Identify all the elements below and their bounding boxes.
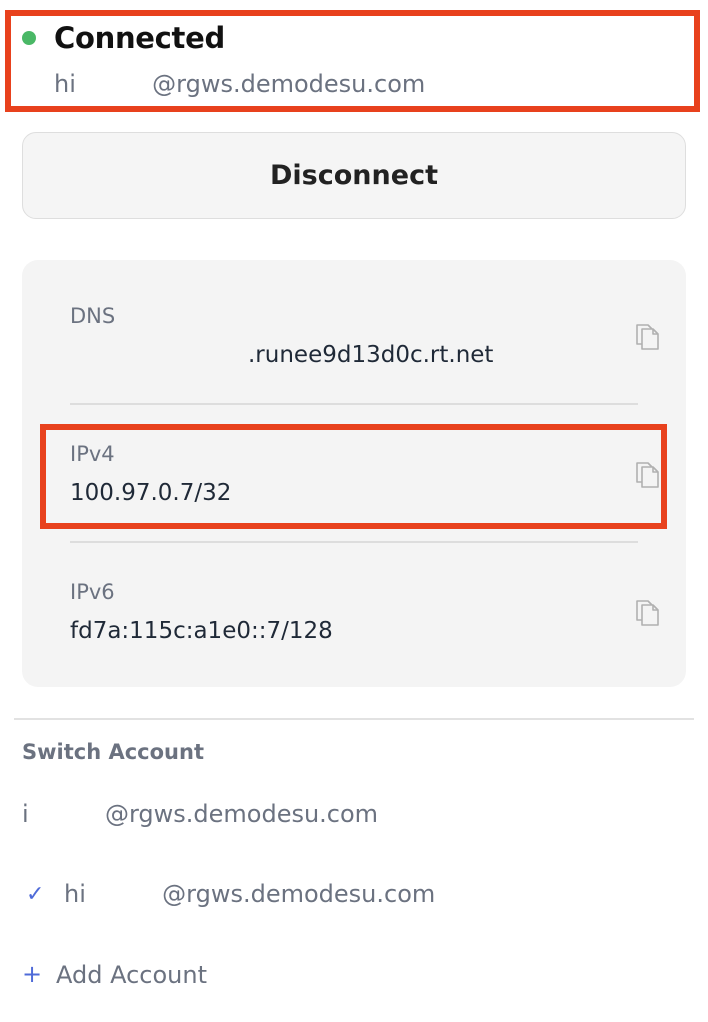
copy-ipv4-icon[interactable] [634,460,660,488]
ipv4-value: 100.97.0.7/32 [70,480,232,506]
copy-dns-icon[interactable] [634,322,660,350]
add-account-label: Add Account [56,961,207,989]
status-row: Connected [22,21,225,55]
account-email: i @rgws.demodesu.com [22,800,379,828]
checkmark-icon: ✓ [26,882,45,907]
ipv4-label: IPv4 [70,442,115,466]
dns-label: DNS [70,304,116,328]
ipv6-row: IPv6 fd7a:115c:a1e0::7/128 [70,536,659,674]
status-header: Connected hi @rgws.demodesu.com [0,0,708,115]
network-info-card: DNS .runee9d13d0c.rt.net IPv4 100.97.0.7… [22,260,686,687]
switch-account-heading: Switch Account [22,740,204,764]
ipv6-label: IPv6 [70,580,115,604]
dns-value: .runee9d13d0c.rt.net [248,342,494,368]
current-account-email: hi @rgws.demodesu.com [54,70,426,98]
copy-ipv6-icon[interactable] [634,598,660,626]
connected-status-dot-icon [22,31,36,45]
plus-icon: + [22,960,43,988]
disconnect-button[interactable]: Disconnect [22,132,686,219]
account-email: hi @rgws.demodesu.com [64,880,436,908]
account-item[interactable]: i @rgws.demodesu.com [0,788,708,848]
dns-row: DNS .runee9d13d0c.rt.net [70,260,659,398]
add-account-button[interactable]: + Add Account [0,948,708,1008]
status-label: Connected [54,21,225,55]
section-divider [14,718,694,720]
ipv6-value: fd7a:115c:a1e0::7/128 [70,618,333,644]
ipv4-row: IPv4 100.97.0.7/32 [70,398,659,536]
account-item-selected[interactable]: ✓ hi @rgws.demodesu.com [0,868,708,928]
